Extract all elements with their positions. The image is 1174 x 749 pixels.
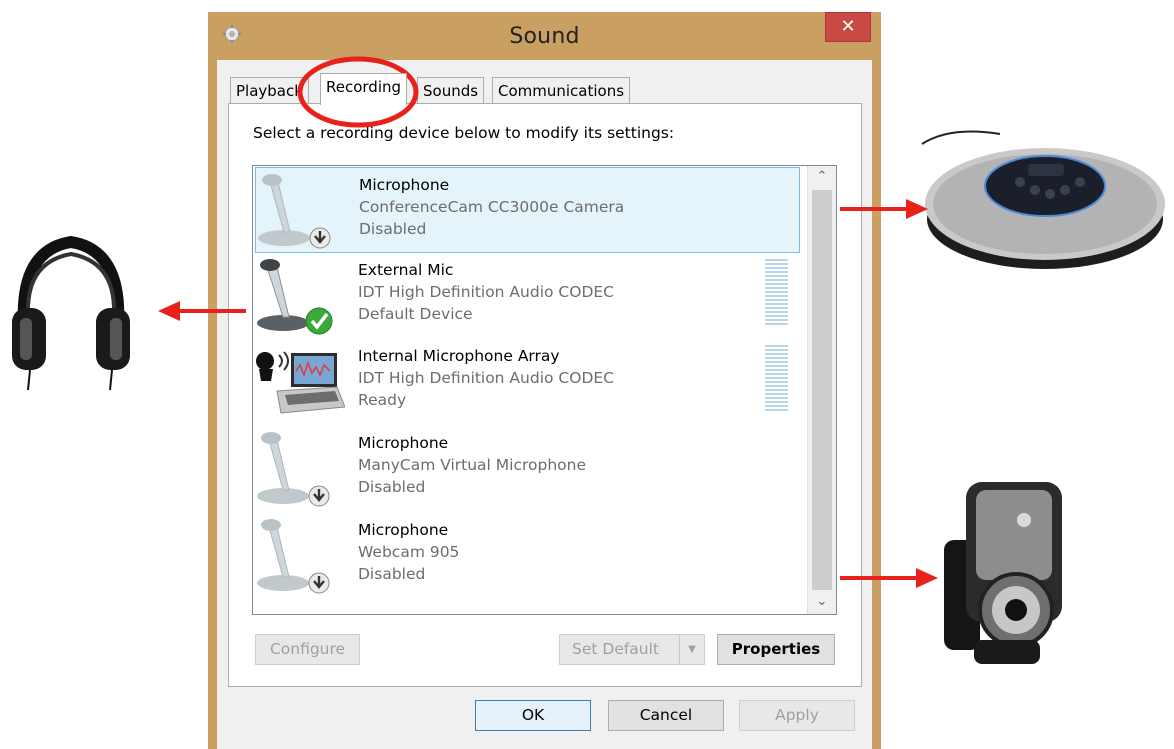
set-default-label: Set Default	[572, 640, 660, 658]
tab-communications[interactable]: Communications	[492, 77, 631, 104]
device-list[interactable]: Microphone ConferenceCam CC3000e Camera …	[252, 165, 837, 615]
device-description: ManyCam Virtual Microphone	[358, 456, 587, 474]
arrow-right-icon	[906, 199, 928, 219]
device-description: IDT High Definition Audio CODEC	[358, 369, 614, 387]
device-name: Internal Microphone Array	[358, 347, 560, 365]
device-item[interactable]: Microphone ConferenceCam CC3000e Camera …	[255, 167, 800, 253]
device-status: Default Device	[358, 305, 473, 323]
apply-button[interactable]: Apply	[739, 700, 855, 731]
device-status: Ready	[358, 391, 407, 409]
window-title: Sound	[509, 24, 580, 49]
arrow-left-icon	[158, 301, 180, 321]
tab-recording[interactable]: Recording	[320, 73, 408, 105]
device-description: ConferenceCam CC3000e Camera	[359, 198, 625, 216]
properties-button[interactable]: Properties	[717, 634, 835, 665]
device-item[interactable]: Internal Microphone Array IDT High Defin…	[255, 339, 800, 425]
ok-button[interactable]: OK	[475, 700, 591, 731]
dialog-client: Playback Recording Sounds Communications…	[217, 60, 872, 749]
scroll-up-icon[interactable]: ⌃	[808, 166, 836, 188]
device-name: External Mic	[358, 261, 454, 279]
configure-button[interactable]: Configure	[255, 634, 360, 665]
scroll-thumb[interactable]	[812, 190, 832, 590]
device-name: Microphone	[359, 176, 450, 194]
device-status: Disabled	[358, 478, 426, 496]
title-bar[interactable]: Sound ✕	[208, 12, 881, 60]
arrow-to-webcam-line	[840, 576, 918, 580]
recording-panel: Select a recording device below to modif…	[228, 103, 862, 687]
level-meter	[765, 345, 788, 411]
speakerphone-icon	[921, 130, 1165, 269]
arrow-to-speakerphone-line	[840, 207, 908, 211]
tab-sounds[interactable]: Sounds	[417, 77, 485, 104]
webcam-icon	[944, 482, 1062, 664]
microphone-disabled-icon	[257, 432, 330, 507]
microphone-disabled-icon	[258, 174, 331, 249]
microphone-disabled-icon	[257, 519, 330, 594]
device-description: IDT High Definition Audio CODEC	[358, 283, 614, 301]
laptop-microphone-icon	[256, 351, 345, 414]
arrow-to-headphones-line	[176, 309, 246, 313]
chevron-down-icon[interactable]: ▼	[679, 635, 704, 664]
vertical-scrollbar[interactable]: ⌃ ⌄	[807, 166, 836, 614]
cancel-button[interactable]: Cancel	[608, 700, 724, 731]
device-item[interactable]: Microphone ManyCam Virtual Microphone Di…	[255, 426, 800, 512]
device-name: Microphone	[358, 434, 449, 452]
device-name: Microphone	[358, 521, 449, 539]
arrow-right-icon	[916, 568, 938, 588]
device-description: Webcam 905	[358, 543, 460, 561]
device-item[interactable]: External Mic IDT High Definition Audio C…	[255, 253, 800, 339]
device-item[interactable]: Microphone Webcam 905 Disabled	[255, 513, 800, 599]
level-meter	[765, 259, 788, 325]
device-status: Disabled	[358, 565, 426, 583]
microphone-default-icon	[257, 259, 333, 335]
close-button[interactable]: ✕	[825, 12, 871, 42]
headphones-icon	[12, 235, 130, 391]
set-default-button[interactable]: Set Default ▼	[559, 634, 705, 665]
device-status: Disabled	[359, 220, 427, 238]
scroll-down-icon[interactable]: ⌄	[808, 591, 836, 613]
